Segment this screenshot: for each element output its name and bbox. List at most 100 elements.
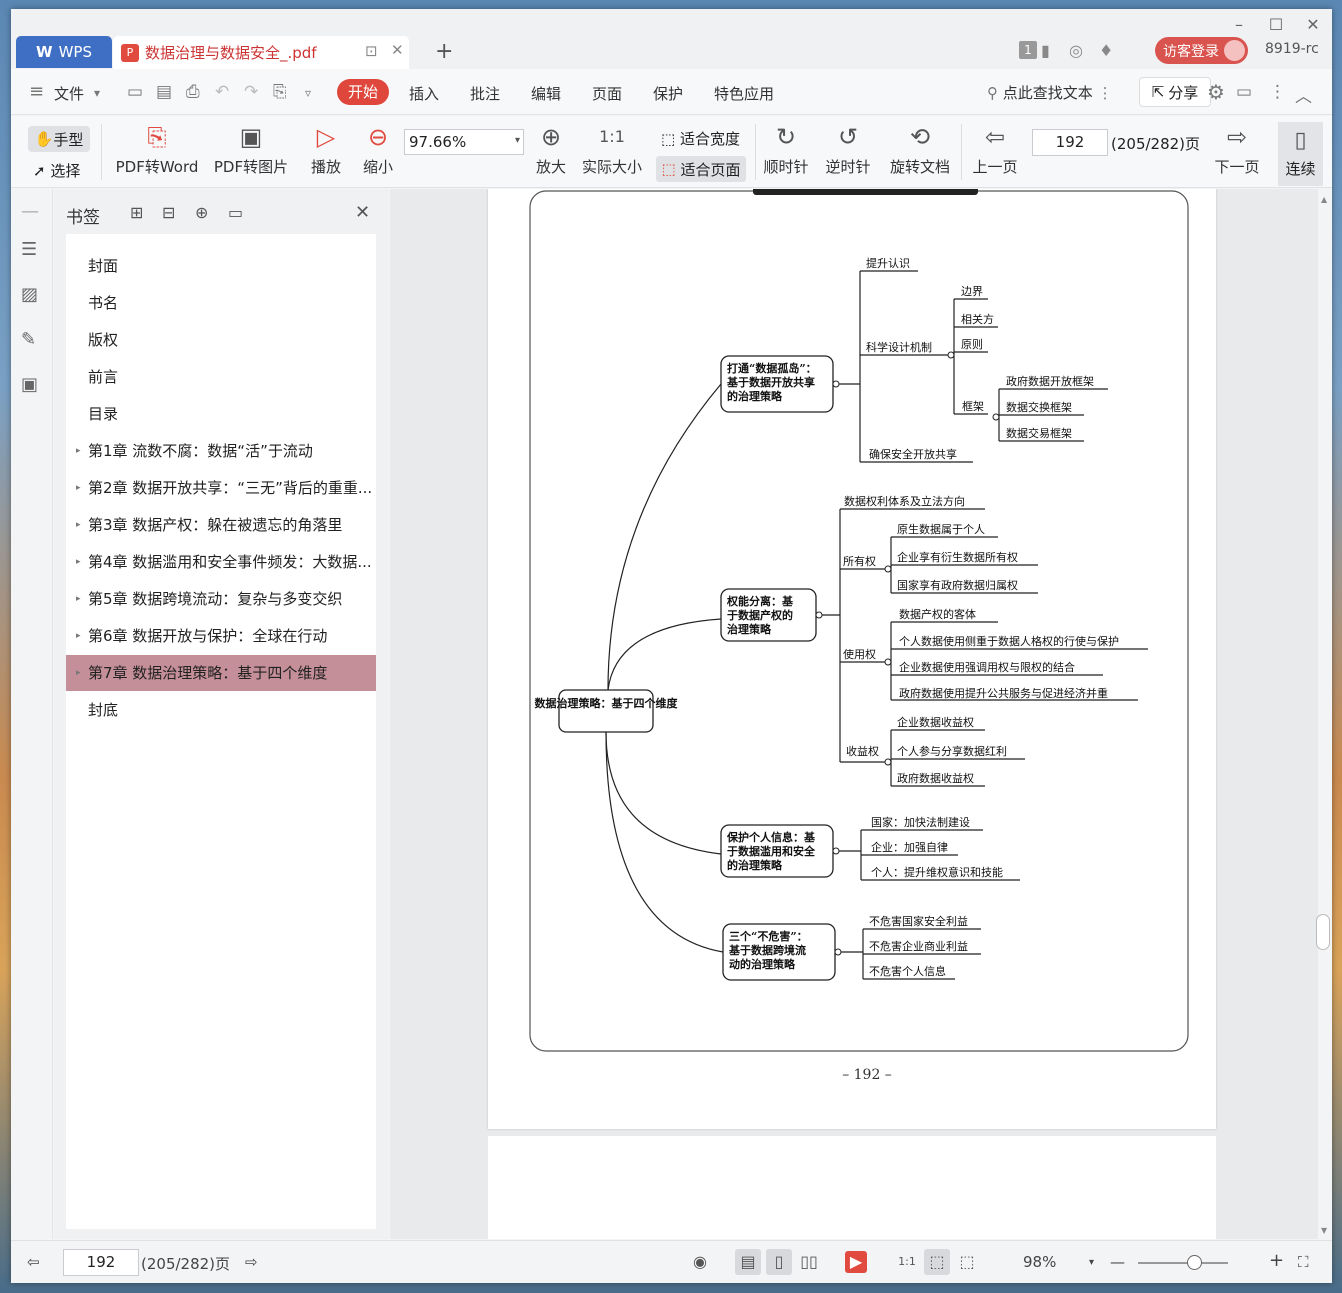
- bookmark-item[interactable]: ▸ 第1章 流数不腐：数据“活”于流动: [66, 433, 376, 469]
- single-page-view-icon[interactable]: ▯: [766, 1249, 792, 1275]
- bookmark-item[interactable]: 封底: [66, 692, 376, 728]
- expand-arrow-icon[interactable]: ▸: [76, 544, 81, 580]
- close-panel-icon[interactable]: ✕: [355, 202, 370, 223]
- pdf-to-word-button[interactable]: ⎘ PDF转Word: [111, 122, 203, 177]
- zoom-plus-icon[interactable]: +: [1269, 1250, 1284, 1271]
- window-layout-icon[interactable]: ▮: [1041, 41, 1050, 60]
- document-view[interactable]: 数据治理策略：基于四个维度 打通“数据孤岛”： 基于数据开放共享 的治理策略 权能分离：…: [390, 189, 1318, 1239]
- bookmark-item[interactable]: 书名: [66, 285, 376, 321]
- bookmark-item[interactable]: 前言: [66, 359, 376, 395]
- settings-gear-icon[interactable]: ⚙: [1207, 80, 1225, 104]
- status-zoom-value[interactable]: 98%: [1023, 1253, 1056, 1271]
- rotate-document-button[interactable]: ⟲ 旋转文档: [888, 122, 952, 177]
- bookmark-item[interactable]: ▸ 第5章 数据跨境流动：复杂与多变交织: [66, 581, 376, 617]
- play-button[interactable]: ▷ 播放: [307, 122, 345, 177]
- pdf-to-image-button[interactable]: ▣ PDF转图片: [212, 122, 290, 177]
- bookmark-options-icon[interactable]: ▭: [228, 203, 243, 222]
- share-button[interactable]: ⇱ 分享: [1139, 77, 1211, 107]
- expand-arrow-icon[interactable]: ▸: [76, 433, 81, 469]
- quick-access-dropdown-icon[interactable]: ▿: [305, 86, 311, 100]
- more-vertical-icon[interactable]: ⋮: [1098, 84, 1113, 102]
- file-menu[interactable]: 文件: [54, 83, 84, 104]
- zoom-minus-icon[interactable]: —: [1110, 1253, 1125, 1271]
- skin-icon[interactable]: ◎: [1069, 41, 1083, 60]
- collapse-all-icon[interactable]: ⊟: [162, 203, 175, 222]
- annotation-panel-icon[interactable]: ✎: [21, 329, 41, 350]
- bookmark-item[interactable]: 版权: [66, 322, 376, 358]
- close-window-icon[interactable]: ✕: [1303, 15, 1323, 35]
- bookmark-item[interactable]: 目录: [66, 396, 376, 432]
- eye-protection-icon[interactable]: ◉: [687, 1249, 713, 1275]
- zoom-slider[interactable]: [1138, 1262, 1228, 1264]
- previous-page-button[interactable]: ⇦ 上一页: [971, 122, 1019, 177]
- minimize-icon[interactable]: –: [1229, 15, 1249, 35]
- fit-page-button[interactable]: ⬚ 适合页面: [656, 156, 746, 182]
- new-tab-icon[interactable]: +: [435, 39, 453, 64]
- collapse-ribbon-icon[interactable]: ︿: [1295, 82, 1312, 107]
- scrollbar-thumb[interactable]: [1316, 914, 1330, 950]
- collapse-panel-icon[interactable]: —: [21, 201, 41, 222]
- vertical-scrollbar[interactable]: ▲ ▼: [1318, 189, 1332, 1239]
- page-number-input[interactable]: 192: [1032, 129, 1108, 156]
- tab-insert[interactable]: 插入: [409, 83, 439, 104]
- wps-home-tab[interactable]: W WPS: [16, 36, 112, 68]
- fit-page-status-icon[interactable]: ⬚: [924, 1249, 950, 1275]
- bookmark-item[interactable]: ▸ 第3章 数据产权：躲在被遗忘的角落里: [66, 507, 376, 543]
- bookmark-item[interactable]: ▸ 第4章 数据滥用和安全事件频发：大数据...: [66, 544, 376, 580]
- bookmark-item[interactable]: ▸ 第2章 数据开放共享：“三无”背后的重重...: [66, 470, 376, 506]
- expand-arrow-icon[interactable]: ▸: [76, 507, 81, 543]
- add-bookmark-icon[interactable]: ⊕: [195, 203, 208, 222]
- undo-icon[interactable]: ↶: [215, 82, 229, 102]
- print-icon[interactable]: ⎙: [186, 82, 200, 102]
- thumbnail-panel-icon[interactable]: ▨: [21, 284, 41, 305]
- zoom-dropdown-icon[interactable]: ▾: [1089, 1257, 1094, 1268]
- actual-size-button[interactable]: 1:1 实际大小: [581, 122, 643, 177]
- bookmark-item[interactable]: 封面: [66, 248, 376, 284]
- rotate-counterclockwise-button[interactable]: ↺ 逆时针: [825, 122, 871, 177]
- expand-arrow-icon[interactable]: ▸: [76, 655, 81, 691]
- status-next-page-icon[interactable]: ⇨: [245, 1253, 258, 1271]
- zoom-select[interactable]: 97.66% ▾: [404, 129, 524, 155]
- maximize-icon[interactable]: ☐: [1266, 15, 1286, 35]
- close-tab-icon[interactable]: ✕: [391, 41, 404, 59]
- tab-page[interactable]: 页面: [592, 83, 622, 104]
- status-prev-page-icon[interactable]: ⇦: [27, 1253, 40, 1271]
- open-folder-icon[interactable]: ▭: [127, 82, 143, 102]
- expand-arrow-icon[interactable]: ▸: [76, 581, 81, 617]
- tab-protect[interactable]: 保护: [653, 83, 683, 104]
- two-page-view-icon[interactable]: ▯▯: [796, 1249, 822, 1275]
- message-icon[interactable]: ▭: [1236, 82, 1252, 102]
- file-dropdown-icon[interactable]: ▾: [94, 86, 100, 100]
- tab-start[interactable]: 开始: [337, 79, 389, 105]
- zoom-slider-knob[interactable]: [1187, 1255, 1202, 1270]
- export-icon[interactable]: ⎘: [273, 82, 287, 102]
- expand-arrow-icon[interactable]: ▸: [76, 618, 81, 654]
- bookmark-panel-icon[interactable]: ☰: [21, 239, 41, 260]
- zoom-out-button[interactable]: ⊖ 缩小: [359, 122, 397, 177]
- login-button[interactable]: 访客登录: [1155, 37, 1248, 64]
- redo-icon[interactable]: ↷: [244, 82, 258, 102]
- continuous-button[interactable]: ▯ 连续: [1278, 122, 1323, 186]
- rotate-clockwise-button[interactable]: ↻ 顺时针: [763, 122, 809, 177]
- hand-tool-button[interactable]: ✋ 手型: [28, 126, 90, 152]
- fit-width-status-icon[interactable]: ⬚: [954, 1249, 980, 1275]
- select-tool-button[interactable]: ➚ 选择: [33, 160, 80, 181]
- pin-tab-icon[interactable]: ⊡: [365, 42, 378, 60]
- tab-comment[interactable]: 批注: [470, 83, 500, 104]
- window-count-badge[interactable]: 1: [1019, 41, 1037, 59]
- more-options-icon[interactable]: ⋮: [1269, 82, 1286, 102]
- tab-special[interactable]: 特色应用: [714, 83, 774, 104]
- next-page-button[interactable]: ⇨ 下一页: [1213, 122, 1261, 177]
- scroll-up-icon[interactable]: ▲: [1321, 195, 1327, 204]
- find-text-box[interactable]: ⚲ 点此查找文本 ⋮: [987, 82, 1113, 103]
- continuous-view-icon[interactable]: ▤: [735, 1249, 761, 1275]
- expand-arrow-icon[interactable]: ▸: [76, 470, 81, 506]
- status-page-input[interactable]: 192: [63, 1249, 139, 1276]
- zoom-in-button[interactable]: ⊕ 放大: [532, 122, 570, 177]
- save-icon[interactable]: ▤: [156, 82, 172, 102]
- document-tab[interactable]: P 数据治理与数据安全_.pdf ⊡ ✕: [113, 36, 409, 69]
- bookmark-item[interactable]: ▸ 第7章 数据治理策略：基于四个维度: [66, 655, 376, 691]
- tab-edit[interactable]: 编辑: [531, 83, 561, 104]
- attachment-panel-icon[interactable]: ▣: [21, 374, 41, 395]
- fullscreen-icon[interactable]: ⛶: [1298, 1253, 1309, 1271]
